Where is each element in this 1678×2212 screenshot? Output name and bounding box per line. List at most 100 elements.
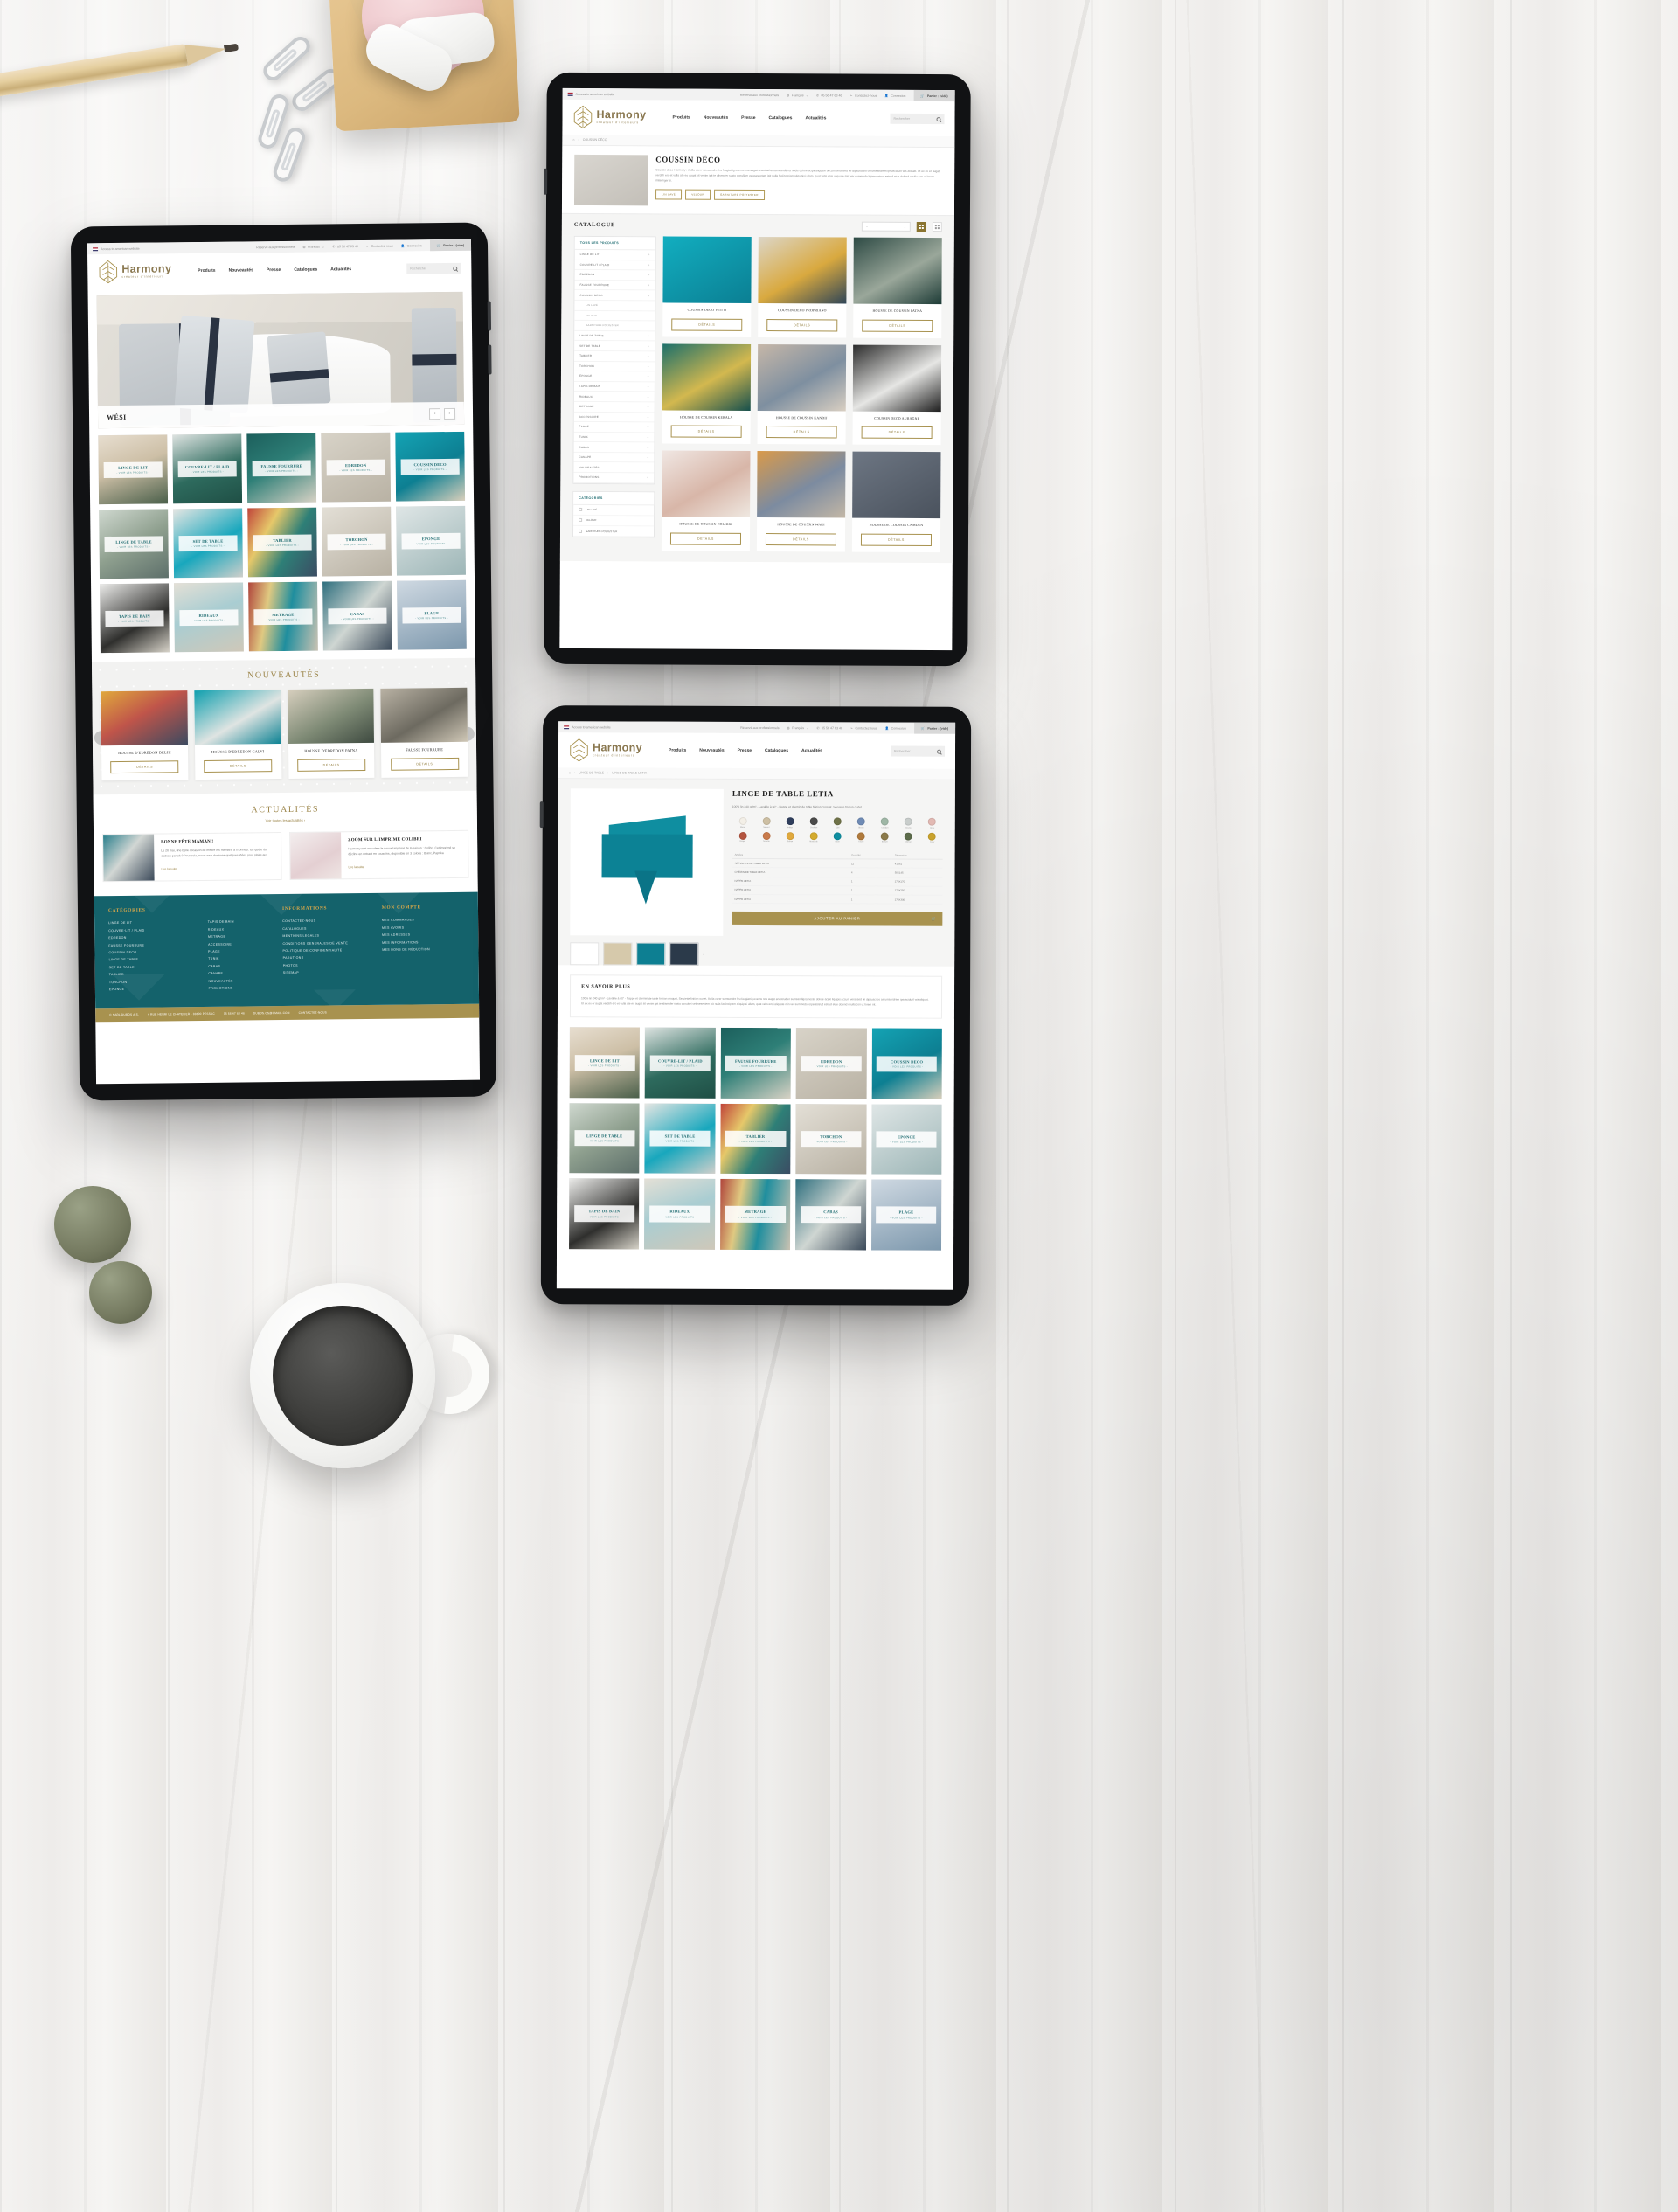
- color-swatch[interactable]: Fauve: [850, 832, 871, 843]
- nav-item-nouveautes[interactable]: Nouveautés: [704, 115, 728, 121]
- nav-item-presse[interactable]: Presse: [741, 115, 755, 121]
- actualites-see-all-link[interactable]: Voir toutes les actualités ›: [102, 816, 468, 824]
- hero-prev-button[interactable]: ‹: [428, 407, 441, 420]
- filter-row[interactable]: VELOUR: [573, 515, 655, 527]
- sidebar-category-item[interactable]: GARNITURE POLYESTER: [574, 321, 655, 332]
- nav-item-presse[interactable]: Presse: [267, 267, 281, 273]
- list-view-button[interactable]: [932, 222, 942, 232]
- category-tile-fausse-fourrure[interactable]: FAUSSE FOURRURE - VOIR LES PRODUITS -: [720, 1028, 792, 1099]
- topbar-us-link-b[interactable]: Access to american website: [567, 92, 614, 96]
- product-details-button[interactable]: DÉTAILS: [204, 759, 273, 773]
- category-tile-torchon[interactable]: TORCHON - VOIR LES PRODUITS -: [795, 1104, 867, 1175]
- topbar-us-link[interactable]: Access to american website: [93, 246, 140, 251]
- topbar-contact-b[interactable]: ➢ Contactez-nous: [850, 94, 877, 97]
- category-tile-tablier[interactable]: TABLIER - VOIR LES PRODUITS -: [247, 507, 317, 578]
- topbar-login-b[interactable]: 👤 Connexion: [884, 94, 905, 97]
- color-swatch[interactable]: Bronze: [874, 832, 895, 843]
- sidebar-category-item[interactable]: LINGE DE LIT +: [574, 249, 655, 260]
- topbar-language-c[interactable]: ◍ Français ⌄: [787, 726, 809, 730]
- color-swatch[interactable]: Paon: [827, 832, 848, 843]
- category-tile-set-de-table[interactable]: SET DE TABLE - VOIR LES PRODUITS -: [173, 508, 243, 579]
- catalogue-product-card[interactable]: COUSSIN DECO VITI II DÉTAILS: [662, 236, 752, 337]
- category-tile-linge-de-lit[interactable]: LINGE DE LIT - VOIR LES PRODUITS -: [569, 1027, 641, 1099]
- sidebar-category-item[interactable]: EPONGE +: [573, 371, 655, 383]
- sidebar-category-item[interactable]: TAPIS DE BAIN +: [573, 381, 655, 392]
- color-swatch[interactable]: Tomette: [756, 831, 777, 843]
- product-card[interactable]: HOUSSE D'EDREDON DELHI DÉTAILS: [101, 690, 189, 781]
- catalogue-product-card[interactable]: COUSSIN DECO PROPRIANO DÉTAILS: [758, 237, 847, 338]
- catalogue-details-button[interactable]: DÉTAILS: [861, 426, 933, 440]
- sidebar-category-item[interactable]: PROMOTIONS +: [573, 472, 655, 484]
- thumbnails-next-icon[interactable]: ›: [703, 952, 704, 957]
- category-tile-eponge[interactable]: EPONGE - VOIR LES PRODUITS -: [396, 505, 466, 576]
- search-input[interactable]: Rechercher: [406, 262, 461, 274]
- topbar-phone[interactable]: ✆ 05 56 47 63 46: [332, 245, 358, 248]
- product-details-button[interactable]: DÉTAILS: [110, 760, 179, 774]
- search-input-b[interactable]: Rechercher: [890, 113, 945, 125]
- tablet-a-button-1[interactable]: [487, 301, 492, 331]
- topbar-pro-c[interactable]: Réservé aux professionnels: [740, 725, 779, 729]
- product-thumb-2[interactable]: [603, 942, 633, 966]
- color-swatch[interactable]: Indigo: [780, 817, 801, 829]
- checkbox-icon[interactable]: [579, 508, 583, 512]
- color-swatch[interactable]: Rose: [922, 817, 943, 829]
- category-tile-cabas[interactable]: CABAS - VOIR LES PRODUITS -: [322, 580, 392, 651]
- category-tile-fausse-fourrure[interactable]: FAUSSE FOURRURE - VOIR LES PRODUITS -: [246, 433, 317, 503]
- sidebar-category-item[interactable]: COUVRE-LIT / PLAID +: [574, 260, 655, 271]
- footer-link[interactable]: EPONGE: [109, 985, 200, 994]
- product-thumb-4[interactable]: [669, 942, 699, 966]
- nav-item-catalogues[interactable]: Catalogues: [765, 748, 788, 753]
- topbar-language[interactable]: ◍ Français ⌄: [302, 245, 324, 248]
- category-tile-rideaux[interactable]: RIDEAUX - VOIR LES PRODUITS -: [644, 1178, 716, 1250]
- color-swatch[interactable]: Vetiver: [898, 832, 919, 843]
- product-card[interactable]: HOUSSE D'EDREDON CALVI DÉTAILS: [194, 690, 281, 780]
- catalogue-product-card[interactable]: HOUSSE DE COUSSIN KANDIJ DÉTAILS: [757, 343, 847, 445]
- color-swatch[interactable]: Bleuet: [850, 817, 871, 829]
- topbar-language-b[interactable]: ◍ Français ⌄: [787, 94, 808, 97]
- brand-logo[interactable]: Harmony créateur d'intérieurs: [98, 259, 171, 284]
- topbar-login[interactable]: 👤 Connexion: [401, 244, 422, 247]
- sidebar-category-item[interactable]: PLAGE +: [573, 421, 655, 433]
- attribute-pill[interactable]: GARNITURE POLYESTER: [713, 189, 765, 200]
- sidebar-category-item[interactable]: RIDEAUX +: [573, 392, 655, 403]
- footer-link[interactable]: MES BONS DE RÉDUCTION: [382, 946, 464, 953]
- category-tile-linge-de-table[interactable]: LINGE DE TABLE - VOIR LES PRODUITS -: [569, 1103, 640, 1174]
- nav-item-actualites[interactable]: Actualités: [805, 115, 826, 121]
- news-item[interactable]: BONNE FÊTE MAMAN ! Le 26 mai, une belle …: [102, 832, 282, 883]
- nav-item-actualites[interactable]: Actualités: [330, 267, 351, 272]
- category-tile-edredon[interactable]: EDREDON - VOIR LES PRODUITS -: [321, 432, 392, 503]
- category-tile-linge-de-table[interactable]: LINGE DE TABLE - VOIR LES PRODUITS -: [99, 509, 169, 579]
- cart-button-c[interactable]: 🛒 Panier : (vide): [913, 722, 956, 734]
- color-swatch[interactable]: Brique: [732, 831, 753, 843]
- catalogue-details-button[interactable]: DÉTAILS: [766, 318, 838, 332]
- category-tile-cabas[interactable]: CABAS - VOIR LES PRODUITS -: [795, 1179, 866, 1251]
- category-tile-linge-de-lit[interactable]: LINGE DE LIT - VOIR LES PRODUITS -: [98, 434, 169, 505]
- footer-link[interactable]: SITEMAP: [283, 968, 374, 977]
- category-tile-tapis-de-bain[interactable]: TAPIS DE BAIN - VOIR LES PRODUITS -: [569, 1178, 640, 1250]
- product-main-image[interactable]: [570, 788, 724, 936]
- checkbox-icon[interactable]: [579, 518, 583, 523]
- category-tile-coussin-deco[interactable]: COUSSIN DECO - VOIR LES PRODUITS -: [871, 1028, 942, 1099]
- sidebar-category-item[interactable]: TORCHON +: [573, 361, 655, 372]
- brand-logo-c[interactable]: Harmony créateur d'intérieurs: [569, 738, 642, 762]
- catalogue-product-card[interactable]: COUSSIN DECO AUBAGNE DÉTAILS: [852, 344, 942, 446]
- hero-carousel[interactable]: WÉSI ‹ ›: [96, 291, 465, 429]
- catalogue-details-button[interactable]: DÉTAILS: [861, 319, 933, 332]
- topbar-login-c[interactable]: 👤 Connexion: [885, 726, 906, 730]
- catalogue-details-button[interactable]: DÉTAILS: [670, 318, 743, 331]
- nav-item-presse[interactable]: Presse: [738, 748, 752, 753]
- sidebar-category-item[interactable]: COUSSIN DECO +: [574, 290, 655, 302]
- catalogue-details-button[interactable]: DÉTAILS: [766, 426, 838, 439]
- category-tile-tablier[interactable]: TABLIER - VOIR LES PRODUITS -: [720, 1103, 791, 1175]
- category-tile-plage[interactable]: PLAGE - VOIR LES PRODUITS -: [397, 579, 467, 650]
- product-details-button[interactable]: DÉTAILS: [297, 759, 366, 772]
- category-tile-rideaux[interactable]: RIDEAUX - VOIR LES PRODUITS -: [174, 582, 244, 653]
- sidebar-category-item[interactable]: TABLIER +: [574, 350, 655, 362]
- color-swatch[interactable]: Charbon: [803, 817, 824, 829]
- category-tile-plage[interactable]: PLAGE - VOIR LES PRODUITS -: [870, 1179, 942, 1251]
- filter-row[interactable]: LIN LAVÉ: [573, 504, 655, 517]
- grid-view-button[interactable]: [916, 221, 926, 232]
- sidebar-category-item[interactable]: METRAGE +: [573, 401, 655, 413]
- sidebar-category-item[interactable]: NOUVEAUTÉS +: [573, 462, 655, 474]
- catalogue-details-button[interactable]: DÉTAILS: [765, 533, 837, 546]
